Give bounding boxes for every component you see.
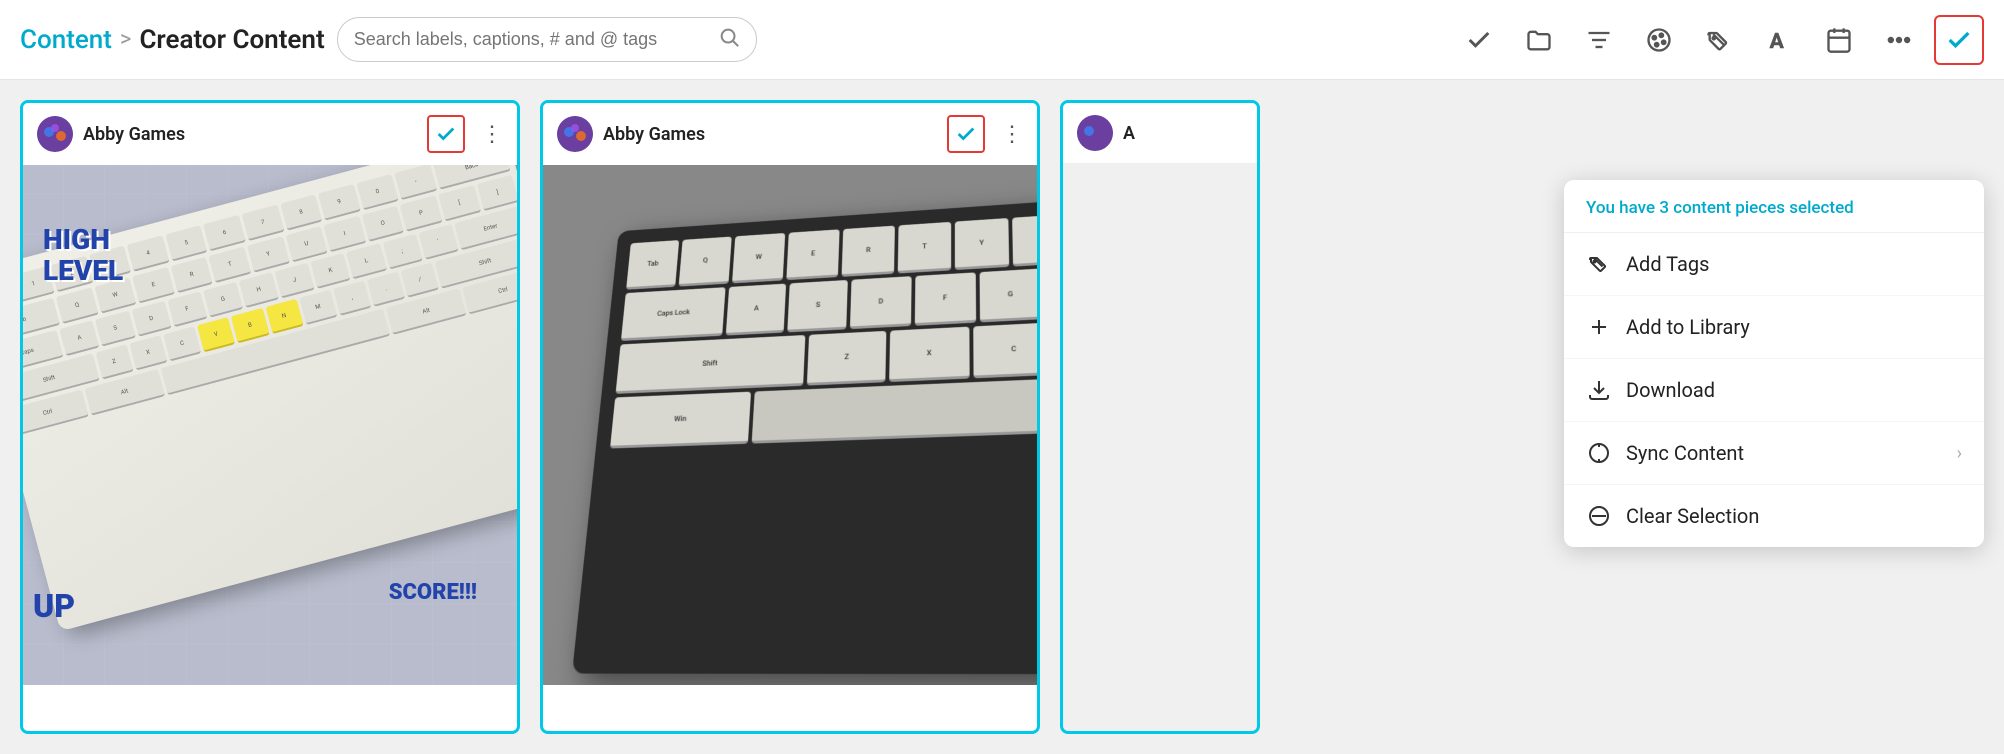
content-card-3: A [1060, 100, 1260, 734]
search-bar[interactable] [337, 17, 757, 62]
download-icon [1586, 377, 1612, 403]
add-tags-menu-item[interactable]: Add Tags [1564, 233, 1984, 296]
card-2-select-checkbox[interactable] [947, 115, 985, 153]
toolbar-icons: A [1454, 15, 1984, 65]
card-1-image: HIGHLEVEL SCORE!!! UP Esc 1 2 3 4 5 6 7 [23, 165, 517, 685]
card-3-username: A [1123, 123, 1243, 144]
breadcrumb-separator: > [120, 27, 132, 52]
checkmark-toolbar-icon[interactable] [1454, 15, 1504, 65]
tags-toolbar-icon[interactable] [1694, 15, 1744, 65]
sort-toolbar-icon[interactable] [1574, 15, 1624, 65]
topbar: Content > Creator Content [0, 0, 2004, 80]
add-to-library-icon [1586, 314, 1612, 340]
folder-toolbar-icon[interactable] [1514, 15, 1564, 65]
card-2-avatar [557, 116, 593, 152]
card-1-avatar [37, 116, 73, 152]
calendar-toolbar-icon[interactable] [1814, 15, 1864, 65]
card-3-image [1063, 163, 1257, 683]
breadcrumb-current: Creator Content [139, 25, 324, 55]
text-toolbar-icon[interactable]: A [1754, 15, 1804, 65]
keyboard-graphic-2: Tab Q W E R T Y U I O P N [572, 182, 1037, 674]
clear-selection-icon [1586, 503, 1612, 529]
svg-text:A: A [1770, 30, 1785, 54]
card-1-more-button[interactable]: ⋮ [481, 122, 503, 147]
card-2-image: Tab Q W E R T Y U I O P N [543, 165, 1037, 685]
sync-icon [1586, 440, 1612, 466]
download-label: Download [1626, 378, 1715, 402]
card-3-avatar [1077, 115, 1113, 151]
dropdown-selection-notice: You have 3 content pieces selected [1564, 180, 1984, 233]
main-content: Abby Games ⋮ HIGHLEVEL SCORE!!! UP Esc 1… [0, 80, 2004, 754]
card-2-more-button[interactable]: ⋮ [1001, 122, 1023, 147]
content-card-1: Abby Games ⋮ HIGHLEVEL SCORE!!! UP Esc 1… [20, 100, 520, 734]
add-tags-icon [1586, 251, 1612, 277]
card-2-header: Abby Games ⋮ [543, 103, 1037, 165]
sync-content-label: Sync Content [1626, 441, 1744, 465]
add-tags-label: Add Tags [1626, 252, 1709, 276]
download-menu-item[interactable]: Download [1564, 359, 1984, 422]
clear-selection-menu-item[interactable]: Clear Selection [1564, 485, 1984, 547]
search-input[interactable] [354, 29, 710, 50]
sync-chevron-icon: › [1957, 443, 1962, 464]
breadcrumb: Content > Creator Content [20, 25, 325, 55]
palette-toolbar-icon[interactable] [1634, 15, 1684, 65]
search-icon [718, 26, 740, 53]
card-1-username: Abby Games [83, 124, 417, 145]
content-card-2: Abby Games ⋮ Tab Q W E R T [540, 100, 1040, 734]
select-toolbar-button[interactable] [1934, 15, 1984, 65]
card-3-header: A [1063, 103, 1257, 163]
card-2-username: Abby Games [603, 124, 937, 145]
add-to-library-menu-item[interactable]: Add to Library [1564, 296, 1984, 359]
sync-content-menu-item[interactable]: Sync Content › [1564, 422, 1984, 485]
action-dropdown-menu: You have 3 content pieces selected Add T… [1564, 180, 1984, 547]
card-1-up-text: UP [33, 587, 75, 625]
breadcrumb-parent[interactable]: Content [20, 25, 112, 55]
clear-selection-label: Clear Selection [1626, 504, 1759, 528]
card-1-header: Abby Games ⋮ [23, 103, 517, 165]
card-1-select-checkbox[interactable] [427, 115, 465, 153]
more-toolbar-icon[interactable] [1874, 15, 1924, 65]
card-1-high-level-text: HIGHLEVEL [43, 225, 123, 287]
card-1-score-text: SCORE!!! [389, 580, 477, 605]
add-to-library-label: Add to Library [1626, 315, 1750, 339]
